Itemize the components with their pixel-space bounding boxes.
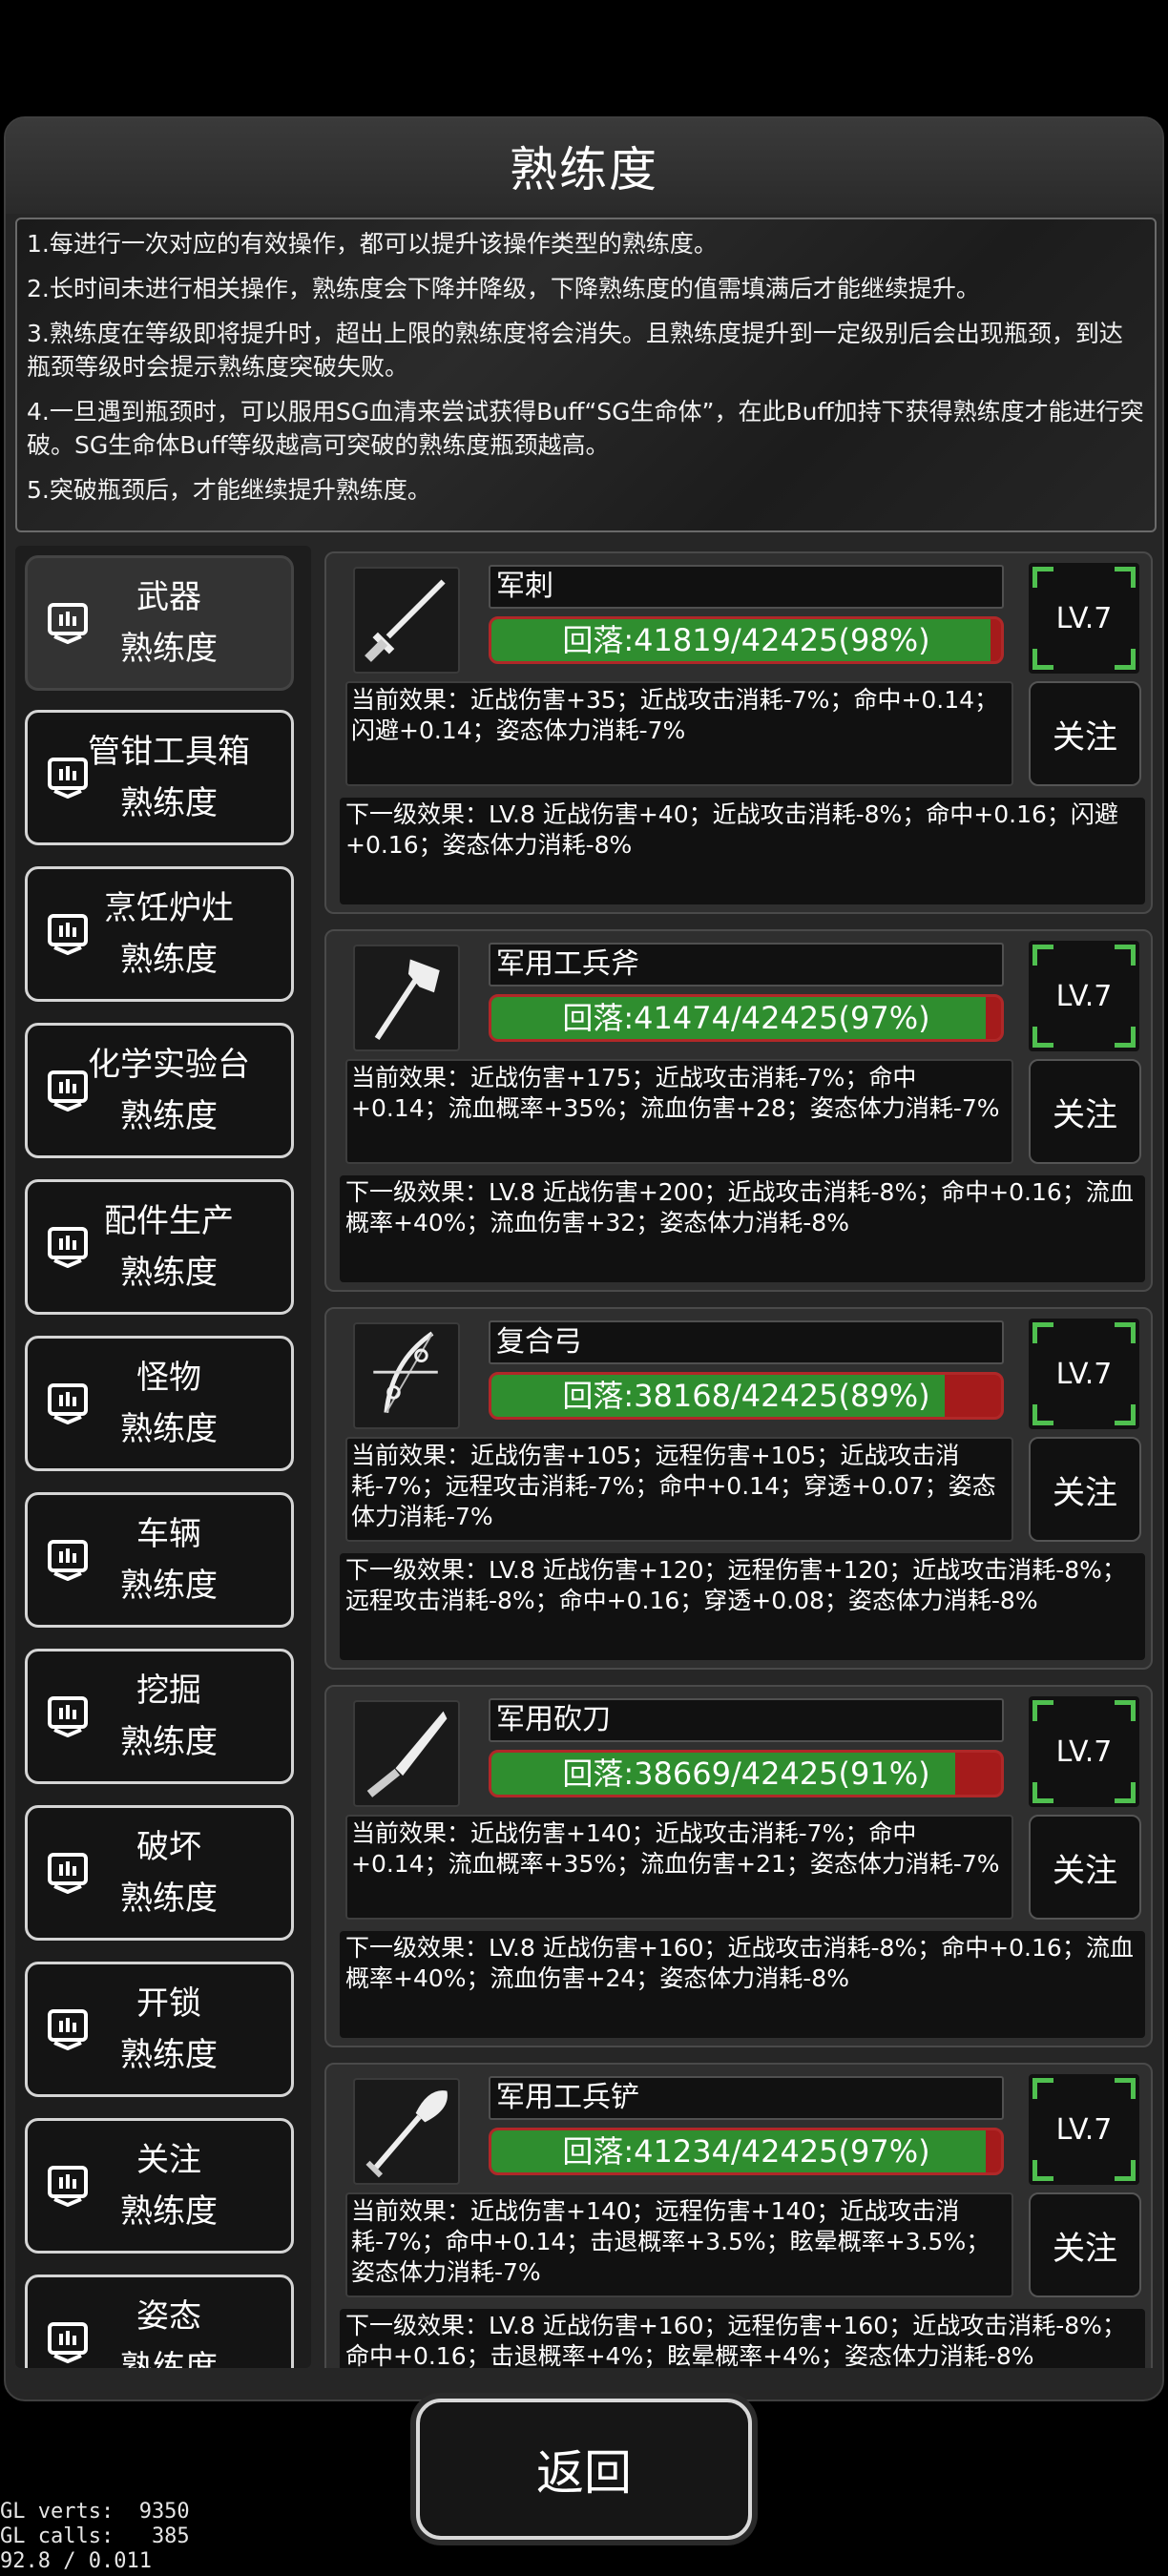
weapon-card: 军刺 回落:41819/42425(98%) LV.7 当前效果：近战伤害+35… <box>324 551 1153 914</box>
follow-button[interactable]: 关注 <box>1029 1437 1141 1542</box>
rules-box: 1.每进行一次对应的有效操作，都可以提升该操作类型的熟练度。 2.长时间未进行相… <box>15 218 1157 532</box>
weapon-card: 军用工兵铲 回落:41234/42425(97%) LV.7 当前效果：近战伤害… <box>324 2063 1153 2368</box>
page-title: 熟练度 <box>6 118 1162 214</box>
rule-text: 2.长时间未进行相关操作，熟练度会下降并降级，下降熟练度的值需填满后才能继续提升… <box>27 275 980 302</box>
rule-text: 4.一旦遇到瓶颈时，可以服用SG血清来尝试获得Buff“SG生命体”，在此Buf… <box>27 398 1144 459</box>
weapon-card: 复合弓 回落:38168/42425(89%) LV.7 当前效果：近战伤害+1… <box>324 1307 1153 1670</box>
level-text: LV.7 <box>1055 2112 1113 2147</box>
follow-button[interactable]: 关注 <box>1029 1815 1141 1920</box>
gl-debug-overlay: GL verts: 9350 GL calls: 385 92.8 / 0.011 <box>0 2500 248 2574</box>
follow-button[interactable]: 关注 <box>1029 681 1141 786</box>
bayonet-icon <box>353 567 460 674</box>
category-badge-icon <box>48 2322 88 2363</box>
frame-time-text: 92.8 / 0.011 <box>0 2549 152 2573</box>
level-badge: LV.7 <box>1029 2074 1139 2185</box>
shovel-icon <box>353 2078 460 2185</box>
follow-button[interactable]: 关注 <box>1029 1059 1141 1164</box>
category-chem-lab[interactable]: 化学实验台 熟练度 <box>25 1023 294 1158</box>
rule-text: 5.突破瓶颈后，才能继续提升熟练度。 <box>27 476 431 504</box>
follow-button[interactable]: 关注 <box>1029 2192 1141 2297</box>
category-badge-icon <box>48 1383 88 1424</box>
proficiency-bar: 回落:41474/42425(97%) <box>489 994 1004 1042</box>
level-badge: LV.7 <box>1029 1319 1139 1429</box>
weapon-card: 军用工兵斧 回落:41474/42425(97%) LV.7 当前效果：近战伤害… <box>324 929 1153 1292</box>
next-effect: 下一级效果：LV.8 近战伤害+200；近战攻击消耗-8%；命中+0.16；流血… <box>340 1175 1145 1282</box>
proficiency-text: 回落:38669/42425(91%) <box>562 1755 930 1792</box>
item-name: 军刺 <box>489 565 1004 609</box>
proficiency-text: 回落:41234/42425(97%) <box>562 2133 930 2170</box>
category-badge-icon <box>48 603 88 644</box>
category-sidebar[interactable]: 武器 熟练度 管钳工具箱 熟练度 烹饪炉灶 熟练度 化学实验台 熟练度 配件生产 熟练度 … <box>15 546 311 2368</box>
category-stance[interactable]: 姿态 熟练度 <box>25 2275 294 2368</box>
category-badge-icon <box>48 758 88 799</box>
item-name: 复合弓 <box>489 1320 1004 1364</box>
proficiency-text: 回落:41819/42425(98%) <box>562 622 930 658</box>
category-weapon[interactable]: 武器 熟练度 <box>25 555 294 691</box>
rule-text: 1.每进行一次对应的有效操作，都可以提升该操作类型的熟练度。 <box>27 230 718 258</box>
category-digging[interactable]: 挖掘 熟练度 <box>25 1649 294 1784</box>
proficiency-bar: 回落:41234/42425(97%) <box>489 2128 1004 2175</box>
category-badge-icon <box>48 2009 88 2050</box>
current-effect: 当前效果：近战伤害+140；近战攻击消耗-7%；命中+0.14；流血概率+35%… <box>345 1815 1013 1920</box>
category-pipe-wrench-toolbox[interactable]: 管钳工具箱 熟练度 <box>25 710 294 845</box>
level-badge: LV.7 <box>1029 941 1139 1051</box>
level-text: LV.7 <box>1055 1357 1113 1391</box>
next-effect: 下一级效果：LV.8 近战伤害+160；近战攻击消耗-8%；命中+0.16；流血… <box>340 1931 1145 2038</box>
category-badge-icon <box>48 1227 88 1268</box>
category-badge-icon <box>48 1070 88 1111</box>
current-effect: 当前效果：近战伤害+175；近战攻击消耗-7%；命中+0.14；流血概率+35%… <box>345 1059 1013 1164</box>
proficiency-text: 回落:38168/42425(89%) <box>562 1378 930 1414</box>
level-badge: LV.7 <box>1029 1696 1139 1807</box>
machete-icon <box>353 1700 460 1807</box>
category-badge-icon <box>48 2166 88 2207</box>
compound-bow-icon <box>353 1322 460 1429</box>
level-badge: LV.7 <box>1029 563 1139 674</box>
rule-text: 3.熟练度在等级即将提升时，超出上限的熟练度将会消失。且熟练度提升到一定级别后会… <box>27 320 1123 381</box>
next-effect: 下一级效果：LV.8 近战伤害+120；远程伤害+120；近战攻击消耗-8%；远… <box>340 1553 1145 1660</box>
weapon-card: 军用砍刀 回落:38669/42425(91%) LV.7 当前效果：近战伤害+… <box>324 1685 1153 2047</box>
category-vehicle[interactable]: 车辆 熟练度 <box>25 1492 294 1628</box>
item-name: 军用砍刀 <box>489 1698 1004 1742</box>
category-badge-icon <box>48 1853 88 1894</box>
current-effect: 当前效果：近战伤害+105；远程伤害+105；近战攻击消耗-7%；远程攻击消耗-… <box>345 1437 1013 1542</box>
category-parts-production[interactable]: 配件生产 熟练度 <box>25 1179 294 1315</box>
current-effect: 当前效果：近战伤害+140；远程伤害+140；近战攻击消耗-7%；命中+0.14… <box>345 2192 1013 2297</box>
next-effect: 下一级效果：LV.8 近战伤害+160；远程伤害+160；近战攻击消耗-8%；命… <box>340 2309 1145 2368</box>
category-badge-icon <box>48 1696 88 1737</box>
weapon-list[interactable]: 军刺 回落:41819/42425(98%) LV.7 当前效果：近战伤害+35… <box>321 546 1157 2368</box>
category-followed[interactable]: 关注 熟练度 <box>25 2118 294 2254</box>
level-text: LV.7 <box>1055 1735 1113 1769</box>
item-name: 军用工兵斧 <box>489 943 1004 987</box>
level-text: LV.7 <box>1055 601 1113 635</box>
back-button[interactable]: 返回 <box>416 2399 752 2540</box>
category-destruction[interactable]: 破坏 熟练度 <box>25 1805 294 1941</box>
proficiency-bar: 回落:38168/42425(89%) <box>489 1372 1004 1420</box>
proficiency-bar: 回落:41819/42425(98%) <box>489 616 1004 664</box>
category-lockpicking[interactable]: 开锁 熟练度 <box>25 1962 294 2097</box>
category-monster[interactable]: 怪物 熟练度 <box>25 1336 294 1471</box>
category-badge-icon <box>48 914 88 955</box>
gl-verts-text: GL verts: 9350 <box>0 2500 190 2524</box>
gl-calls-text: GL calls: 385 <box>0 2524 190 2548</box>
current-effect: 当前效果：近战伤害+35；近战攻击消耗-7%；命中+0.14；闪避+0.14；姿… <box>345 681 1013 786</box>
proficiency-bar: 回落:38669/42425(91%) <box>489 1750 1004 1797</box>
item-name: 军用工兵铲 <box>489 2076 1004 2120</box>
category-badge-icon <box>48 1540 88 1581</box>
proficiency-panel: 熟练度 1.每进行一次对应的有效操作，都可以提升该操作类型的熟练度。 2.长时间… <box>4 116 1164 2401</box>
axe-icon <box>353 945 460 1051</box>
next-effect: 下一级效果：LV.8 近战伤害+40；近战攻击消耗-8%；命中+0.16；闪避+… <box>340 798 1145 904</box>
category-cooking-stove[interactable]: 烹饪炉灶 熟练度 <box>25 866 294 1002</box>
level-text: LV.7 <box>1055 979 1113 1013</box>
proficiency-text: 回落:41474/42425(97%) <box>562 1000 930 1036</box>
